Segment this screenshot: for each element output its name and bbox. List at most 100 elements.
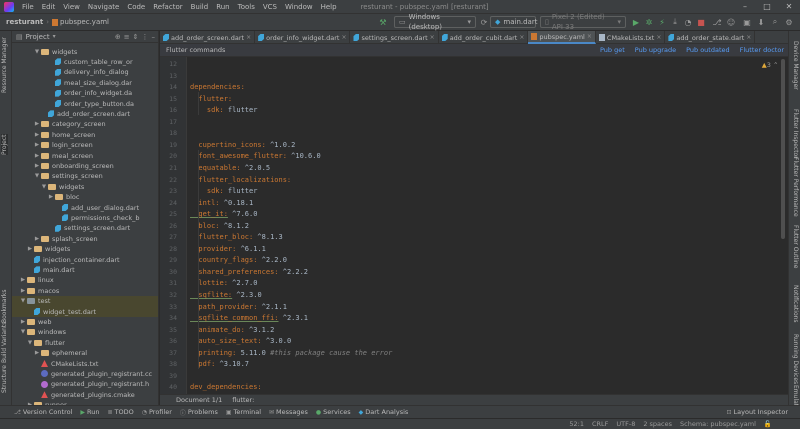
caret-position[interactable]: 52:1 bbox=[569, 420, 584, 428]
tree-folder[interactable]: ▶ category_screen bbox=[12, 119, 158, 130]
profile-icon[interactable]: ◔ bbox=[683, 17, 693, 27]
tree-file[interactable]: CMakeLists.txt bbox=[12, 358, 158, 369]
chevron-down-icon[interactable]: ▼ bbox=[33, 49, 41, 55]
build-variants-tab[interactable]: Build Variants bbox=[1, 322, 8, 363]
close-tab-icon[interactable]: × bbox=[430, 34, 435, 41]
tree-folder[interactable]: ▶ meal_screen bbox=[12, 150, 158, 161]
tree-folder[interactable]: ▶ macos bbox=[12, 285, 158, 296]
indent-setting[interactable]: 2 spaces bbox=[643, 420, 672, 428]
schema-indicator[interactable]: Schema: pubspec.yaml bbox=[680, 420, 756, 428]
chevron-right-icon[interactable]: ▶ bbox=[19, 277, 27, 283]
pub-outdated-link[interactable]: Pub outdated bbox=[686, 46, 730, 54]
tree-folder[interactable]: ▼ windows bbox=[12, 327, 158, 338]
chevron-up-icon[interactable]: ⌃ bbox=[773, 61, 778, 69]
sdk-manager-icon[interactable]: ⬇ bbox=[756, 17, 766, 27]
terminal-tool[interactable]: ▣ Terminal bbox=[226, 408, 261, 416]
close-tab-icon[interactable]: × bbox=[746, 34, 751, 41]
collapse-all-icon[interactable]: ≡ bbox=[124, 33, 130, 41]
menu-item-refactor[interactable]: Refactor bbox=[149, 3, 186, 11]
flutter-inspector-tab[interactable]: Flutter Inspector bbox=[792, 109, 799, 159]
project-panel-title[interactable]: Project bbox=[26, 33, 50, 41]
problems-tool[interactable]: ⓘ Problems bbox=[180, 408, 218, 417]
tree-folder[interactable]: ▼ flutter bbox=[12, 337, 158, 348]
menu-item-vcs[interactable]: VCS bbox=[259, 3, 281, 11]
tree-folder[interactable]: ▶ widgets bbox=[12, 244, 158, 255]
tree-file[interactable]: injection_container.dart bbox=[12, 254, 158, 265]
todo-tool[interactable]: ≣ TODO bbox=[107, 408, 133, 416]
chevron-right-icon[interactable]: ▶ bbox=[33, 142, 41, 148]
device-manager-tab[interactable]: Device Manager bbox=[792, 41, 799, 90]
tree-file[interactable]: settings_screen.dart bbox=[12, 223, 158, 234]
menu-item-window[interactable]: Window bbox=[281, 3, 317, 11]
layout-inspector-tool[interactable]: ⊡ Layout Inspector bbox=[726, 408, 788, 416]
hot-reload-icon[interactable]: ⚡ bbox=[657, 17, 667, 27]
dart-analysis-tool[interactable]: ◆ Dart Analysis bbox=[359, 408, 409, 416]
chevron-right-icon[interactable]: ▶ bbox=[33, 163, 41, 169]
debug-icon[interactable]: ✲ bbox=[644, 17, 654, 27]
bookmarks-tab[interactable]: Bookmarks bbox=[1, 289, 8, 323]
structure-tab[interactable]: Structure bbox=[1, 365, 8, 393]
tree-folder[interactable]: ▶ onboarding_screen bbox=[12, 160, 158, 171]
menu-item-file[interactable]: File bbox=[18, 3, 38, 11]
flutter-doctor-link[interactable]: Flutter doctor bbox=[740, 46, 784, 54]
hide-icon[interactable]: – bbox=[152, 33, 156, 41]
tree-folder[interactable]: ▶ web bbox=[12, 316, 158, 327]
chevron-right-icon[interactable]: ▶ bbox=[33, 153, 41, 159]
line-separator[interactable]: CRLF bbox=[592, 420, 608, 428]
tree-folder[interactable]: ▶ login_screen bbox=[12, 140, 158, 151]
tree-folder[interactable]: ▼ widgets bbox=[12, 181, 158, 192]
chevron-down-icon[interactable]: ▼ bbox=[40, 184, 48, 190]
menu-item-help[interactable]: Help bbox=[317, 3, 341, 11]
sync-icon[interactable]: ⟳ bbox=[479, 17, 489, 27]
tree-file[interactable]: delivery_info_dialog bbox=[12, 67, 158, 78]
file-encoding[interactable]: UTF-8 bbox=[616, 420, 635, 428]
tab-add-order-screen-dart[interactable]: add_order_screen.dart × bbox=[160, 31, 256, 44]
tab-pubspec-yaml[interactable]: pubspec.yaml × bbox=[528, 31, 596, 44]
menu-item-edit[interactable]: Edit bbox=[38, 3, 60, 11]
chevron-right-icon[interactable]: ▶ bbox=[33, 121, 41, 127]
expand-all-icon[interactable]: ⇕ bbox=[133, 33, 139, 41]
locate-icon[interactable]: ⊕ bbox=[115, 33, 121, 41]
tree-folder[interactable]: ▶ splash_screen bbox=[12, 233, 158, 244]
yaml-path[interactable]: flutter: bbox=[232, 396, 254, 404]
chevron-down-icon[interactable]: ▼ bbox=[26, 340, 34, 346]
running-devices-tab[interactable]: Running Devices bbox=[792, 334, 799, 384]
run-icon[interactable]: ▶ bbox=[631, 17, 641, 27]
tree-file[interactable]: generated_plugin_registrant.h bbox=[12, 379, 158, 390]
git-icon[interactable]: ⎇ bbox=[712, 17, 722, 27]
tree-folder[interactable]: ▼ settings_screen bbox=[12, 171, 158, 182]
settings-icon[interactable]: ⚙ bbox=[784, 17, 794, 27]
tree-file[interactable]: generated_plugin_registrant.cc bbox=[12, 368, 158, 379]
chevron-right-icon[interactable]: ▶ bbox=[33, 236, 41, 242]
close-tab-icon[interactable]: × bbox=[519, 34, 524, 41]
close-tab-icon[interactable]: × bbox=[587, 33, 592, 40]
menu-item-navigate[interactable]: Navigate bbox=[84, 3, 123, 11]
device-selector[interactable]: ▭ Windows (desktop) ▾ bbox=[394, 13, 476, 31]
profiler-tool[interactable]: ◔ Profiler bbox=[142, 408, 172, 416]
close-icon[interactable]: ✕ bbox=[778, 0, 800, 14]
menu-item-tools[interactable]: Tools bbox=[234, 3, 259, 11]
minimize-icon[interactable]: – bbox=[734, 0, 756, 14]
tab-add-order-state-dart[interactable]: add_order_state.dart × bbox=[665, 31, 756, 44]
chevron-down-icon[interactable]: ▼ bbox=[19, 329, 27, 335]
run-tool[interactable]: ▶ Run bbox=[80, 408, 99, 416]
chevron-right-icon[interactable]: ▶ bbox=[47, 194, 55, 200]
chevron-right-icon[interactable]: ▶ bbox=[26, 246, 34, 252]
maximize-icon[interactable]: □ bbox=[756, 0, 778, 14]
lock-icon[interactable]: 🔓 bbox=[764, 420, 772, 428]
tree-file[interactable]: order_type_button.da bbox=[12, 98, 158, 109]
tree-file[interactable]: permissions_check_b bbox=[12, 212, 158, 223]
device-manager-icon[interactable]: ▣ bbox=[742, 17, 752, 27]
tree-file[interactable]: widget_test.dart bbox=[12, 306, 158, 317]
tree-file[interactable]: custom_table_row_or bbox=[12, 56, 158, 67]
stop-icon[interactable]: ■ bbox=[696, 17, 706, 27]
tab-order-info-widget-dart[interactable]: order_info_widget.dart × bbox=[255, 31, 351, 44]
menu-item-run[interactable]: Run bbox=[212, 3, 233, 11]
chevron-down-icon[interactable]: ▼ bbox=[19, 298, 27, 304]
messages-tool[interactable]: ✉ Messages bbox=[269, 408, 308, 416]
tree-file[interactable]: generated_plugins.cmake bbox=[12, 389, 158, 400]
tree-file[interactable]: main.dart bbox=[12, 264, 158, 275]
close-tab-icon[interactable]: × bbox=[246, 34, 251, 41]
services-tool[interactable]: ● Services bbox=[316, 408, 351, 416]
tree-folder[interactable]: ▶ bloc bbox=[12, 192, 158, 203]
